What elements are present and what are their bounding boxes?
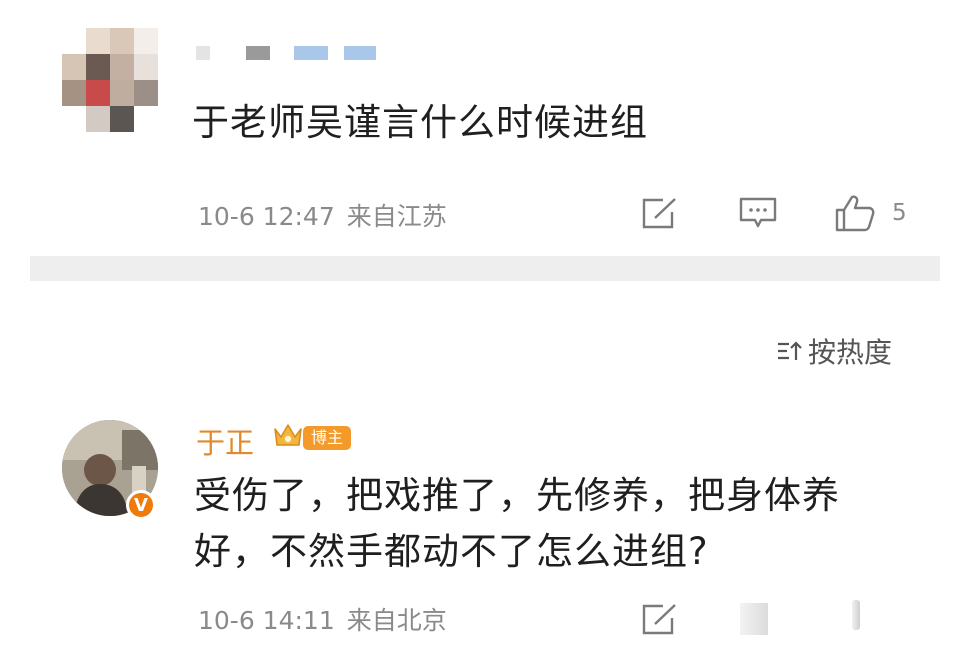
comment-icon[interactable] <box>738 196 778 230</box>
like-icon[interactable] <box>834 193 876 233</box>
crown-icon <box>274 424 302 446</box>
share-icon[interactable] <box>641 602 679 636</box>
comment-text: 于老师吴谨言什么时候进组 <box>192 101 648 144</box>
reply-date: 10-6 14:11 <box>198 606 335 635</box>
blogger-badge: 博主 <box>303 426 352 450</box>
sort-icon <box>778 341 802 360</box>
comment-date: 10-6 12:47 <box>198 202 335 231</box>
commenter-avatar-blurred[interactable] <box>62 28 158 132</box>
sort-by-hot-button[interactable]: 按热度 <box>776 331 892 371</box>
comment-location: 来自江苏 <box>346 202 447 231</box>
section-divider <box>30 256 940 281</box>
like-count: 5 <box>892 200 907 226</box>
share-icon[interactable] <box>641 196 679 230</box>
comment-meta: 10-6 12:47 来自江苏 <box>198 197 447 233</box>
username[interactable]: 于正 <box>196 420 254 462</box>
reply-text: 受伤了，把戏推了，先修养，把身体养好，不然手都动不了怎么进组? <box>194 474 840 573</box>
reply-location: 来自北京 <box>346 606 447 635</box>
cropped-comment-icon[interactable] <box>740 603 768 635</box>
sort-label: 按热度 <box>808 336 893 369</box>
commenter-name-blurred[interactable] <box>196 46 376 62</box>
reply-meta: 10-6 14:11 来自北京 <box>198 601 447 637</box>
cropped-like-icon[interactable] <box>852 600 860 630</box>
verified-badge: V <box>126 490 156 520</box>
